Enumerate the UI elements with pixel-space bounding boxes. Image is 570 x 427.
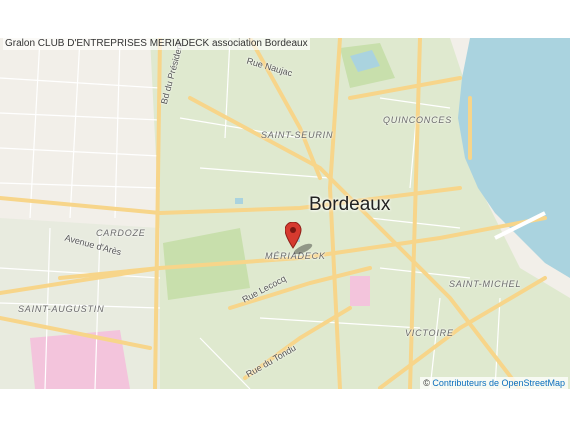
map-tiles [0, 38, 570, 389]
map-attribution: © Contributeurs de OpenStreetMap [420, 377, 568, 389]
pink-area [350, 276, 370, 306]
district-label-cardoze: CARDOZE [96, 228, 146, 238]
map-view[interactable]: QUINCONCES SAINT-SEURIN CARDOZE MÉRIADEC… [0, 38, 570, 389]
location-marker-icon[interactable] [285, 222, 315, 254]
district-label-victoire: VICTOIRE [405, 328, 454, 338]
city-label: Bordeaux [309, 194, 391, 215]
district-label-quinconces: QUINCONCES [383, 115, 453, 125]
district-label-saint-seurin: SAINT-SEURIN [261, 130, 334, 140]
map-title: Gralon CLUB D'ENTREPRISES MERIADECK asso… [3, 37, 310, 50]
copyright-symbol: © [423, 378, 430, 388]
osm-attribution-link[interactable]: Contributeurs de OpenStreetMap [432, 378, 565, 388]
basin-2 [235, 198, 243, 204]
district-label-saint-michel: SAINT-MICHEL [449, 279, 522, 289]
district-label-saint-augustin: SAINT-AUGUSTIN [18, 304, 105, 314]
